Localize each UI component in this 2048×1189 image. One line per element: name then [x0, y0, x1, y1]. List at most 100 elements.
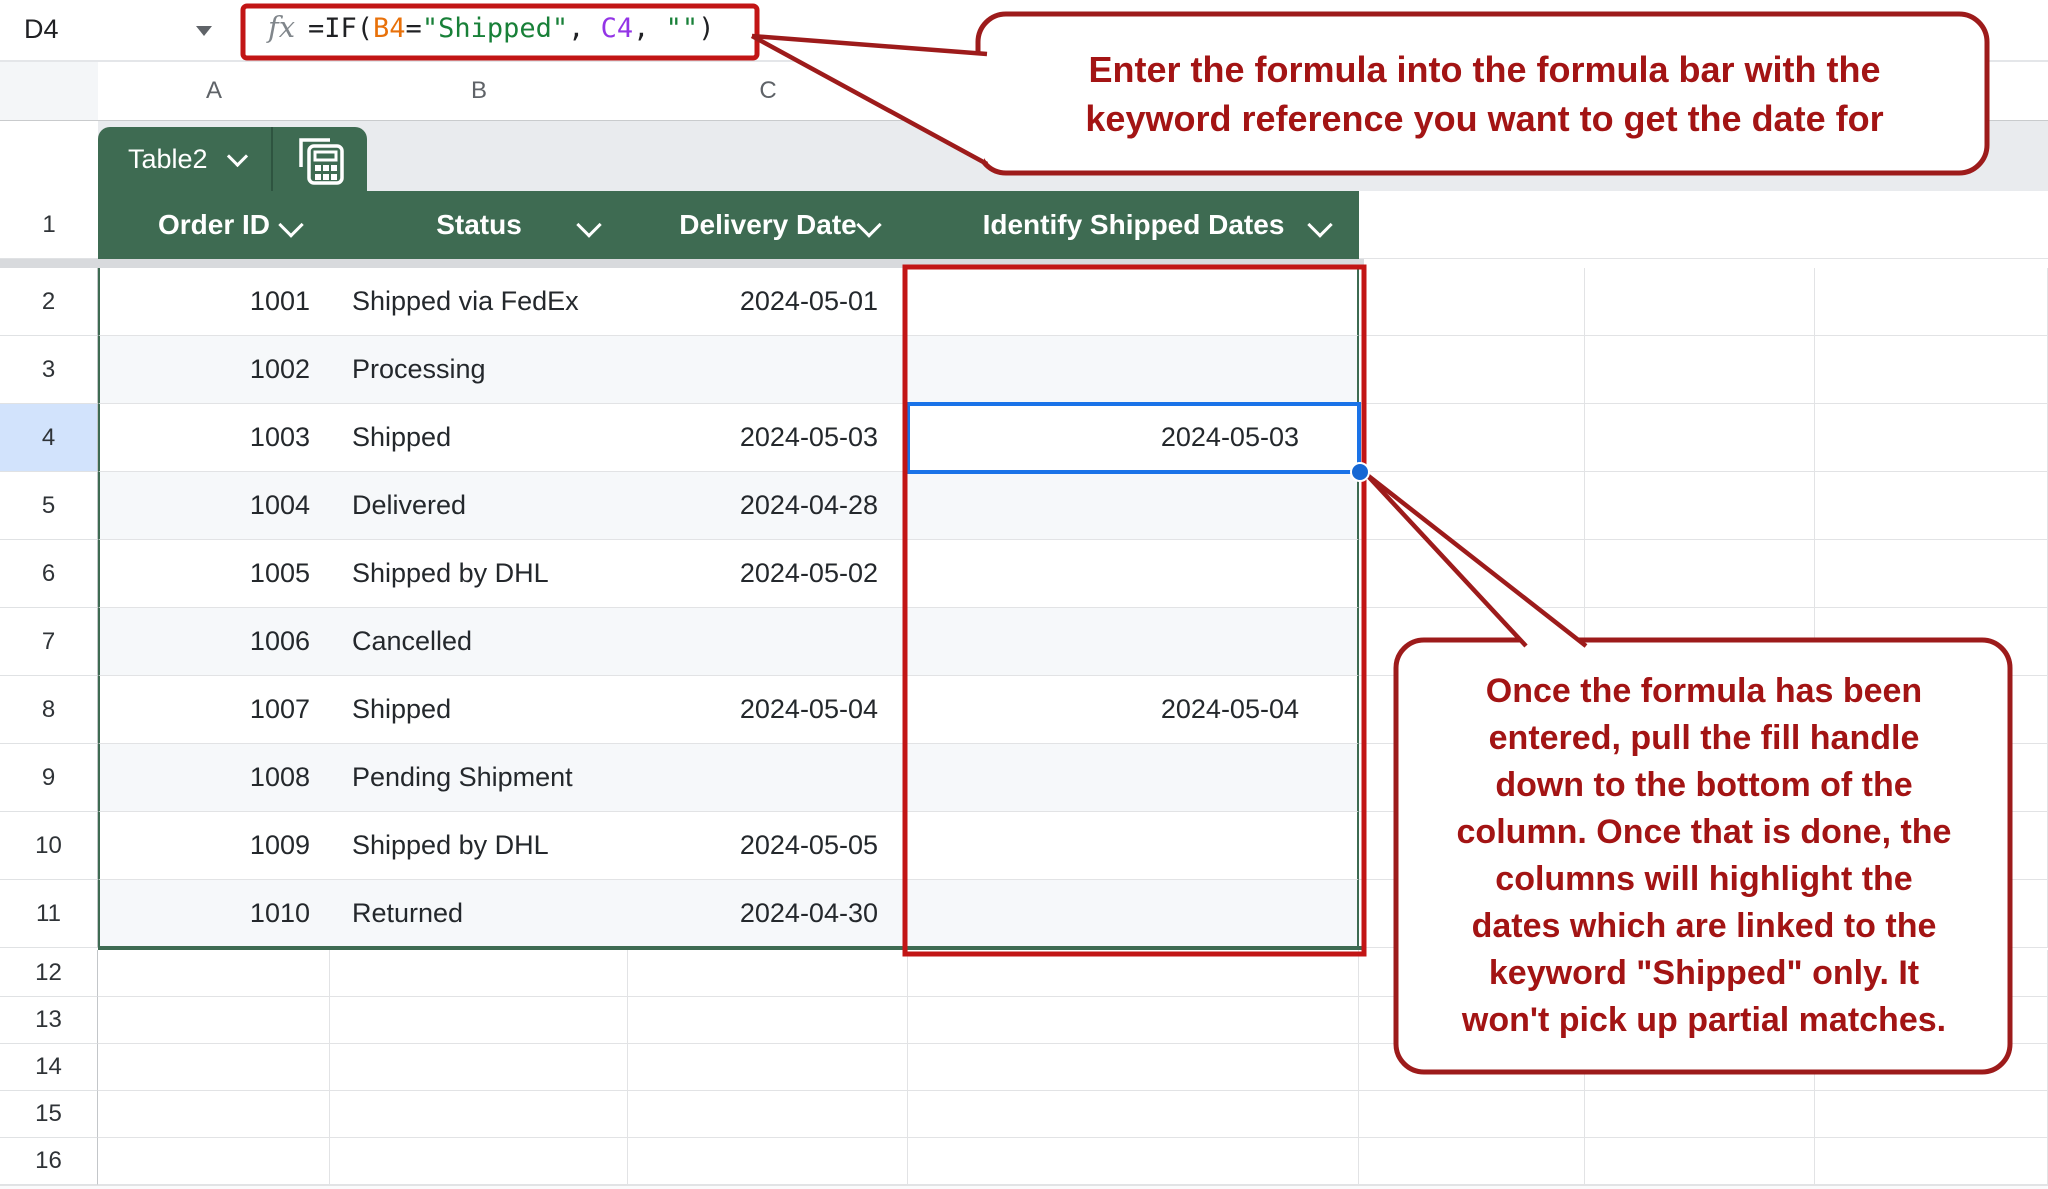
cell-c13[interactable]: [628, 997, 908, 1044]
table-tab[interactable]: Table2: [98, 127, 367, 191]
cell-a7[interactable]: 1006: [100, 608, 330, 675]
cell-c12[interactable]: [628, 950, 908, 997]
cell-c5[interactable]: 2024-04-28: [628, 472, 908, 539]
cell-b4[interactable]: Shipped: [330, 404, 628, 471]
select-all-corner[interactable]: [0, 62, 99, 121]
cell-d2[interactable]: [908, 268, 1329, 335]
table-tab-chevron-icon[interactable]: [226, 145, 248, 167]
cell-a4[interactable]: 1003: [100, 404, 330, 471]
cell-a8[interactable]: 1007: [100, 676, 330, 743]
row-header-15[interactable]: 15: [0, 1091, 98, 1138]
name-box-dropdown-icon[interactable]: [196, 26, 212, 36]
cell-c8[interactable]: 2024-05-04: [628, 676, 908, 743]
cell-b9[interactable]: Pending Shipment: [330, 744, 628, 811]
cell-a11[interactable]: 1010: [100, 880, 330, 947]
cell-g4[interactable]: [1815, 404, 2048, 472]
cell-d13[interactable]: [908, 997, 1359, 1044]
row-header-13[interactable]: 13: [0, 997, 98, 1044]
cell-a5[interactable]: 1004: [100, 472, 330, 539]
row-header-9[interactable]: 9: [0, 744, 98, 812]
cell-d16[interactable]: [908, 1138, 1359, 1185]
cell-f16[interactable]: [1585, 1138, 1815, 1185]
row-header-5[interactable]: 5: [0, 472, 98, 540]
cell-b15[interactable]: [330, 1091, 628, 1138]
row-header-12[interactable]: 12: [0, 950, 98, 997]
cell-b2[interactable]: Shipped via FedEx: [330, 268, 628, 335]
cell-c14[interactable]: [628, 1044, 908, 1091]
column-header-c[interactable]: C: [628, 62, 909, 121]
cell-e4[interactable]: [1359, 404, 1585, 472]
cell-e6[interactable]: [1359, 540, 1585, 608]
row-header-8[interactable]: 8: [0, 676, 98, 744]
cell-a12[interactable]: [98, 950, 330, 997]
cell-c11[interactable]: 2024-04-30: [628, 880, 908, 947]
cell-a2[interactable]: 1001: [100, 268, 330, 335]
column-menu-chevron-icon[interactable]: [856, 212, 882, 238]
row-header-14[interactable]: 14: [0, 1044, 98, 1091]
cell-d4[interactable]: 2024-05-03: [908, 404, 1329, 471]
column-menu-chevron-icon[interactable]: [278, 212, 304, 238]
cell-d15[interactable]: [908, 1091, 1359, 1138]
cell-d9[interactable]: [908, 744, 1329, 811]
cell-e16[interactable]: [1359, 1138, 1585, 1185]
cell-c15[interactable]: [628, 1091, 908, 1138]
cell-b3[interactable]: Processing: [330, 336, 628, 403]
cell-c10[interactable]: 2024-05-05: [628, 812, 908, 879]
formula-input[interactable]: =IF(B4="Shipped", C4, ""): [308, 13, 714, 44]
cell-f3[interactable]: [1585, 336, 1815, 404]
row-header-7[interactable]: 7: [0, 608, 98, 676]
cell-f2[interactable]: [1585, 268, 1815, 336]
cell-e15[interactable]: [1359, 1091, 1585, 1138]
cell-c9[interactable]: [628, 744, 908, 811]
table-view-button[interactable]: [273, 127, 367, 191]
header-cell-status[interactable]: Status: [330, 191, 628, 259]
cell-b10[interactable]: Shipped by DHL: [330, 812, 628, 879]
cell-g16[interactable]: [1815, 1138, 2048, 1185]
cell-a3[interactable]: 1002: [100, 336, 330, 403]
header-cell-identify-shipped-dates[interactable]: Identify Shipped Dates: [908, 191, 1359, 259]
cell-g5[interactable]: [1815, 472, 2048, 540]
cell-b11[interactable]: Returned: [330, 880, 628, 947]
header-cell-delivery-date[interactable]: Delivery Date: [628, 191, 908, 259]
cell-b16[interactable]: [330, 1138, 628, 1185]
cell-a10[interactable]: 1009: [100, 812, 330, 879]
cell-c7[interactable]: [628, 608, 908, 675]
cell-d12[interactable]: [908, 950, 1359, 997]
cell-g6[interactable]: [1815, 540, 2048, 608]
cell-b6[interactable]: Shipped by DHL: [330, 540, 628, 607]
column-menu-chevron-icon[interactable]: [576, 212, 602, 238]
cell-g2[interactable]: [1815, 268, 2048, 336]
column-header-b[interactable]: B: [330, 62, 629, 121]
row-header-10[interactable]: 10: [0, 812, 98, 880]
cell-f6[interactable]: [1585, 540, 1815, 608]
cell-b5[interactable]: Delivered: [330, 472, 628, 539]
cell-b14[interactable]: [330, 1044, 628, 1091]
cell-e5[interactable]: [1359, 472, 1585, 540]
cell-d3[interactable]: [908, 336, 1329, 403]
cell-e2[interactable]: [1359, 268, 1585, 336]
cell-a15[interactable]: [98, 1091, 330, 1138]
cell-d8[interactable]: 2024-05-04: [908, 676, 1329, 743]
row-header-6[interactable]: 6: [0, 540, 98, 608]
cell-b13[interactable]: [330, 997, 628, 1044]
row-header-1[interactable]: 1: [0, 191, 99, 259]
cell-b8[interactable]: Shipped: [330, 676, 628, 743]
cell-f4[interactable]: [1585, 404, 1815, 472]
row-header-16[interactable]: 16: [0, 1138, 98, 1185]
cell-d10[interactable]: [908, 812, 1329, 879]
cell-f5[interactable]: [1585, 472, 1815, 540]
cell-g1[interactable]: [1815, 191, 2048, 259]
row-header-11[interactable]: 11: [0, 880, 98, 948]
cell-b7[interactable]: Cancelled: [330, 608, 628, 675]
cell-d6[interactable]: [908, 540, 1329, 607]
cell-c16[interactable]: [628, 1138, 908, 1185]
cell-g15[interactable]: [1815, 1091, 2048, 1138]
cell-d14[interactable]: [908, 1044, 1359, 1091]
column-header-a[interactable]: A: [98, 62, 331, 121]
name-box[interactable]: D4: [24, 14, 59, 45]
cell-a9[interactable]: 1008: [100, 744, 330, 811]
cell-a16[interactable]: [98, 1138, 330, 1185]
cell-c2[interactable]: 2024-05-01: [628, 268, 908, 335]
cell-e3[interactable]: [1359, 336, 1585, 404]
cell-f15[interactable]: [1585, 1091, 1815, 1138]
